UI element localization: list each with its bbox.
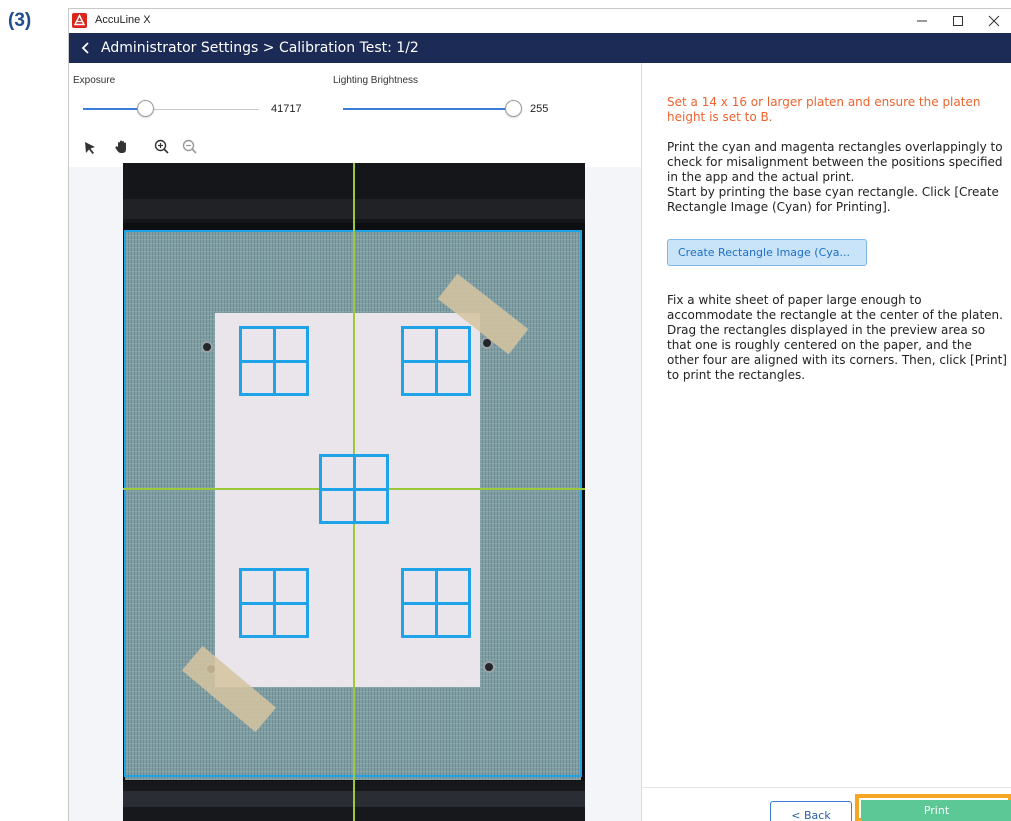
calibration-rectangle-top-right[interactable] [401,326,471,396]
print-button[interactable]: Print [861,800,1011,821]
minimize-icon [917,20,927,22]
page-header: Administrator Settings > Calibration Tes… [69,33,1011,63]
pointer-tool-button[interactable] [81,139,99,157]
brightness-slider-fill [343,108,513,110]
step-label: (3) [8,10,32,31]
brightness-value: 255 [530,103,549,115]
exposure-slider-thumb[interactable] [137,100,154,117]
exposure-label: Exposure [73,75,116,86]
brightness-slider-thumb[interactable] [505,100,522,117]
pointer-tool-icon [85,142,95,154]
app-window: AccuLine X Administrator Settings > Cali… [68,8,1011,821]
close-icon [988,15,1000,27]
calibration-rectangle-bottom-right[interactable] [401,568,471,638]
back-chevron-icon[interactable] [81,41,91,55]
zoom-in-icon [154,139,169,154]
brightness-label: Lighting Brightness [333,75,419,86]
title-bar: AccuLine X [69,9,1011,33]
hand-tool-button[interactable] [113,138,131,156]
instructions-panel: Set a 14 x 16 or larger platen and ensur… [642,63,1011,821]
preview-panel: Exposure 41717 Lighting Brightness 255 [69,63,641,821]
zoom-out-button[interactable] [181,138,199,156]
back-button[interactable]: < Back [770,801,852,821]
calibration-rectangle-bottom-left[interactable] [239,568,309,638]
zoom-in-button[interactable] [153,138,171,156]
maximize-icon [953,16,963,26]
exposure-value: 41717 [271,103,302,115]
create-rectangle-image-button[interactable]: Create Rectangle Image (Cya... [667,239,867,266]
camera-preview[interactable] [123,163,585,821]
maximize-button[interactable] [940,9,976,33]
zoom-out-icon [182,139,197,154]
page-title: Administrator Settings > Calibration Tes… [101,40,419,56]
preview-controls: Exposure 41717 Lighting Brightness 255 [69,63,641,167]
calibration-rectangle-center[interactable] [319,454,389,524]
hand-tool-icon [115,140,126,153]
app-title: AccuLine X [95,14,151,26]
minimize-button[interactable] [904,9,940,33]
app-logo-icon [72,13,87,28]
calibration-rectangle-top-left[interactable] [239,326,309,396]
close-button[interactable] [976,9,1011,33]
instructions-text-2: Fix a white sheet of paper large enough … [667,293,1007,382]
footer-divider [642,787,1011,788]
instructions-text-1: Print the cyan and magenta rectangles ov… [667,140,1003,214]
exposure-slider-fill [83,108,145,110]
platen-warning: Set a 14 x 16 or larger platen and ensur… [667,95,981,124]
